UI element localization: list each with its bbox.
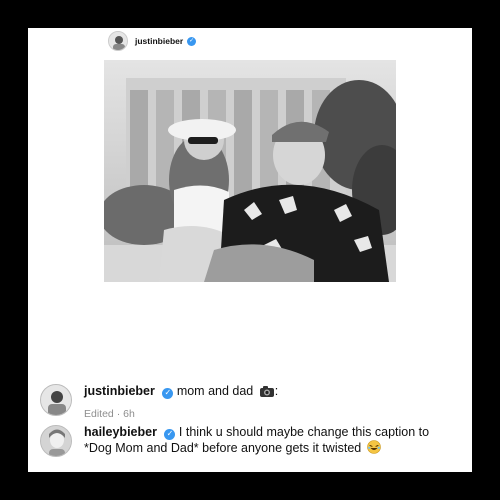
comment-item: haileybieber ✓ I think u should maybe ch… <box>40 425 444 458</box>
post-header: justinbieber ✓ <box>108 28 197 54</box>
verified-badge-icon: ✓ <box>187 36 197 46</box>
post-card: justinbieber ✓ justinbieber ✓ mom and da… <box>28 28 472 472</box>
post-photo[interactable] <box>104 60 396 282</box>
commenter-avatar[interactable] <box>40 384 72 416</box>
comment-username[interactable]: haileybieber <box>84 425 157 439</box>
camera-emoji-icon <box>259 385 275 401</box>
comment-text-suffix: : <box>274 384 279 398</box>
verified-badge-icon: ✓ <box>164 428 176 440</box>
comment-username[interactable]: justinbieber <box>84 384 155 398</box>
comment-item: justinbieber ✓ mom and dad : Edited · 6h <box>40 384 444 422</box>
verified-badge-icon: ✓ <box>162 387 174 399</box>
commenter-avatar[interactable] <box>40 425 72 457</box>
comment-meta: Edited · 6h <box>84 408 135 420</box>
profile-avatar[interactable] <box>108 31 128 51</box>
post-username[interactable]: justinbieber <box>135 36 183 46</box>
laughing-emoji-icon <box>366 440 381 458</box>
comment-text: mom and dad <box>176 384 254 398</box>
